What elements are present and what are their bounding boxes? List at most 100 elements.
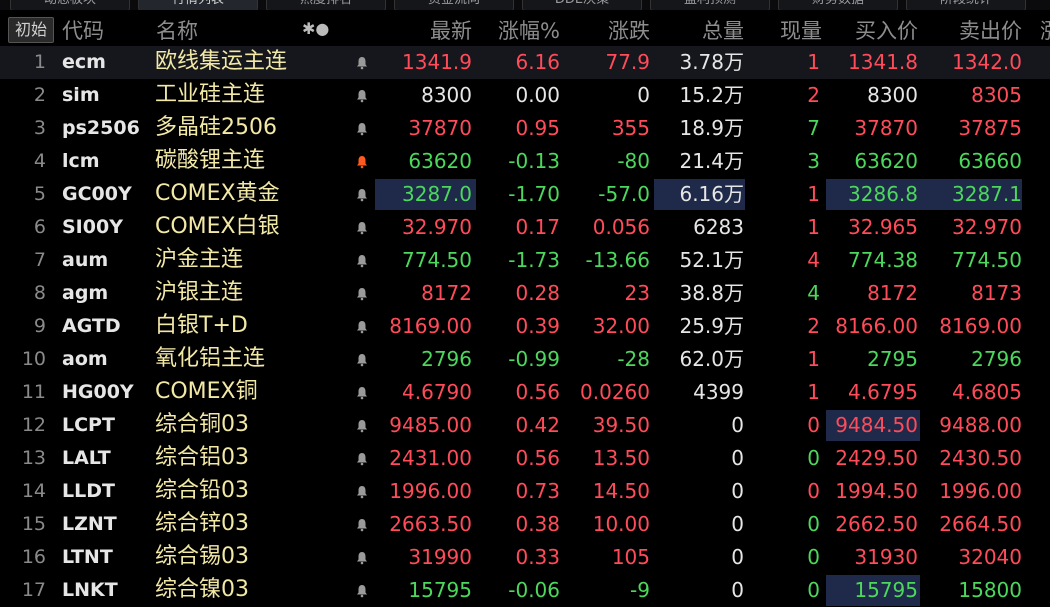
- header-volume[interactable]: 总量: [660, 15, 744, 45]
- init-button[interactable]: 初始: [8, 17, 54, 43]
- tab-heat-ranking[interactable]: 热度排名: [266, 0, 386, 10]
- bell-icon[interactable]: [355, 551, 369, 565]
- cell-code: LALT: [62, 447, 111, 469]
- cell-pct: 0.95: [515, 116, 560, 140]
- header-extra[interactable]: 涨: [1040, 15, 1050, 45]
- table-row[interactable]: 2 sim 工业硅主连 8300 0.00 0 15.2万 2 8300 8305: [0, 79, 1050, 112]
- cell-chg: 32.00: [592, 314, 650, 338]
- cell-vol: 0: [731, 545, 744, 569]
- bell-icon[interactable]: [355, 386, 369, 400]
- table-row[interactable]: 15 LZNT 综合锌03 2663.50 0.38 10.00 0 0 2662.50 2664…: [0, 508, 1050, 541]
- bell-icon[interactable]: [355, 254, 369, 268]
- cell-chg: 355: [611, 116, 650, 140]
- table-row[interactable]: 13 LALT 综合铝03 2431.00 0.56 13.50 0 0 2429.50 2430…: [0, 442, 1050, 475]
- tab-stage-stats[interactable]: 阶段统计: [906, 0, 1026, 10]
- cell-chg: -13.66: [585, 248, 650, 272]
- cell-bid: 2429.50: [835, 446, 918, 470]
- cell-bid: 4.6795: [848, 380, 918, 404]
- cell-ask: 9488.00: [939, 413, 1022, 437]
- header-change-pct[interactable]: 涨幅%: [476, 15, 560, 45]
- table-row[interactable]: 1 ecm 欧线集运主连 1341.9 6.16 77.9 3.78万 1 1341.8 1342…: [0, 46, 1050, 79]
- cell-name: COMEX黄金: [155, 181, 280, 206]
- cell-latest: 2796: [421, 347, 472, 371]
- tab-dde[interactable]: DDE决策: [522, 0, 642, 10]
- cell-num: 2: [33, 84, 46, 106]
- table-row[interactable]: 12 LCPT 综合铜03 9485.00 0.42 39.50 0 0 9484.50 9488…: [0, 409, 1050, 442]
- header-latest[interactable]: 最新: [392, 15, 472, 45]
- cell-cur: 1: [807, 380, 820, 404]
- cell-pct: 0.56: [515, 380, 560, 404]
- cell-num: 13: [21, 447, 46, 469]
- header-change[interactable]: 涨跌: [566, 15, 650, 45]
- cell-name: 碳酸锂主连: [155, 148, 266, 173]
- bell-icon[interactable]: [355, 485, 369, 499]
- cell-ask: 8169.00: [939, 314, 1022, 338]
- cell-ask: 2664.50: [939, 512, 1022, 536]
- bell-icon[interactable]: [355, 584, 369, 598]
- cell-name: 综合镍03: [155, 577, 249, 602]
- bell-icon[interactable]: [355, 419, 369, 433]
- cell-name: 综合锌03: [155, 511, 249, 536]
- table-row[interactable]: 17 LNKT 综合镍03 15795 -0.06 -9 0 0 15795 15800: [0, 574, 1050, 607]
- bell-icon[interactable]: [355, 518, 369, 532]
- cell-ask: 63660: [958, 149, 1022, 173]
- table-row[interactable]: 3 ps2506 多晶硅2506 37870 0.95 355 18.9万 7 37870 378…: [0, 112, 1050, 145]
- table-row[interactable]: 11 HG00Y COMEX铜 4.6790 0.56 0.0260 4399 1 4.6795…: [0, 376, 1050, 409]
- cell-vol: 52.1万: [679, 248, 744, 272]
- cell-cur: 4: [807, 248, 820, 272]
- header-code[interactable]: 代码: [62, 15, 104, 45]
- cell-name: 沪银主连: [155, 280, 244, 305]
- cell-pct: 6.16: [515, 50, 560, 74]
- cell-code: sim: [62, 84, 100, 106]
- cell-pct: 0.38: [515, 512, 560, 536]
- table-row[interactable]: 8 agm 沪银主连 8172 0.28 23 38.8万 4 8172 8173: [0, 277, 1050, 310]
- tab-financial-data[interactable]: 财务数据: [778, 0, 898, 10]
- cell-name: 欧线集运主连: [155, 49, 288, 74]
- cell-ask: 32.970: [952, 215, 1022, 239]
- bell-icon[interactable]: [355, 452, 369, 466]
- bell-icon[interactable]: [355, 56, 369, 70]
- bell-icon[interactable]: [355, 89, 369, 103]
- tab-quote-list[interactable]: 行情列表: [138, 0, 258, 10]
- cell-bid: 31930: [854, 545, 918, 569]
- header-ask[interactable]: 卖出价: [928, 15, 1022, 45]
- table-row[interactable]: 9 AGTD 白银T+D 8169.00 0.39 32.00 25.9万 2 8166.00 8…: [0, 310, 1050, 343]
- cell-code: LTNT: [62, 546, 113, 568]
- cell-cur: 7: [807, 116, 820, 140]
- bell-icon[interactable]: [355, 122, 369, 136]
- cell-code: aum: [62, 249, 109, 271]
- tab-fund-flow[interactable]: 资金流向: [394, 0, 514, 10]
- cell-name: 综合锡03: [155, 544, 249, 569]
- bell-icon[interactable]: [355, 287, 369, 301]
- cell-ask: 32040: [958, 545, 1022, 569]
- tab-dynamic-sectors[interactable]: 动态板块: [10, 0, 130, 10]
- bell-icon[interactable]: [355, 353, 369, 367]
- cell-latest: 774.50: [402, 248, 472, 272]
- table-row[interactable]: 16 LTNT 综合锡03 31990 0.33 105 0 0 31930 32040: [0, 541, 1050, 574]
- table-row[interactable]: 5 GC00Y COMEX黄金 3287.0 -1.70 -57.0 6.16万 1 3286.…: [0, 178, 1050, 211]
- cell-vol: 15.2万: [679, 83, 744, 107]
- header-current[interactable]: 现量: [750, 15, 822, 45]
- bell-icon[interactable]: [355, 155, 369, 169]
- bell-icon[interactable]: [355, 221, 369, 235]
- cell-vol: 25.9万: [679, 314, 744, 338]
- bell-icon[interactable]: [355, 320, 369, 334]
- cell-ask: 15800: [958, 578, 1022, 602]
- table-row[interactable]: 7 aum 沪金主连 774.50 -1.73 -13.66 52.1万 4 774.38 774…: [0, 244, 1050, 277]
- cell-name: 白银T+D: [155, 313, 248, 338]
- header-name[interactable]: 名称: [156, 15, 198, 45]
- tab-profit-forecast[interactable]: 盈利预测: [650, 0, 770, 10]
- table-row[interactable]: 6 SI00Y COMEX白银 32.970 0.17 0.056 6283 1 32.965 3…: [0, 211, 1050, 244]
- table-row[interactable]: 14 LLDT 综合铅03 1996.00 0.73 14.50 0 0 1994.50 1996…: [0, 475, 1050, 508]
- header-bid[interactable]: 买入价: [828, 15, 918, 45]
- bell-icon[interactable]: [355, 188, 369, 202]
- table-row[interactable]: 10 aom 氧化铝主连 2796 -0.99 -28 62.0万 1 2795 2796: [0, 343, 1050, 376]
- cell-num: 4: [33, 150, 46, 172]
- table-row[interactable]: 4 lcm 碳酸锂主连 63620 -0.13 -80 21.4万 3 63620 63660: [0, 145, 1050, 178]
- header-alert-icons[interactable]: ✱●: [302, 19, 329, 38]
- cell-pct: 0.39: [515, 314, 560, 338]
- cell-chg: 10.00: [592, 512, 650, 536]
- table-header: 初始 代码 名称 ✱● 最新 涨幅% 涨跌 总量 现量 买入价 卖出价 涨: [0, 11, 1050, 45]
- cell-num: 7: [33, 249, 46, 271]
- cell-pct: 0.56: [515, 446, 560, 470]
